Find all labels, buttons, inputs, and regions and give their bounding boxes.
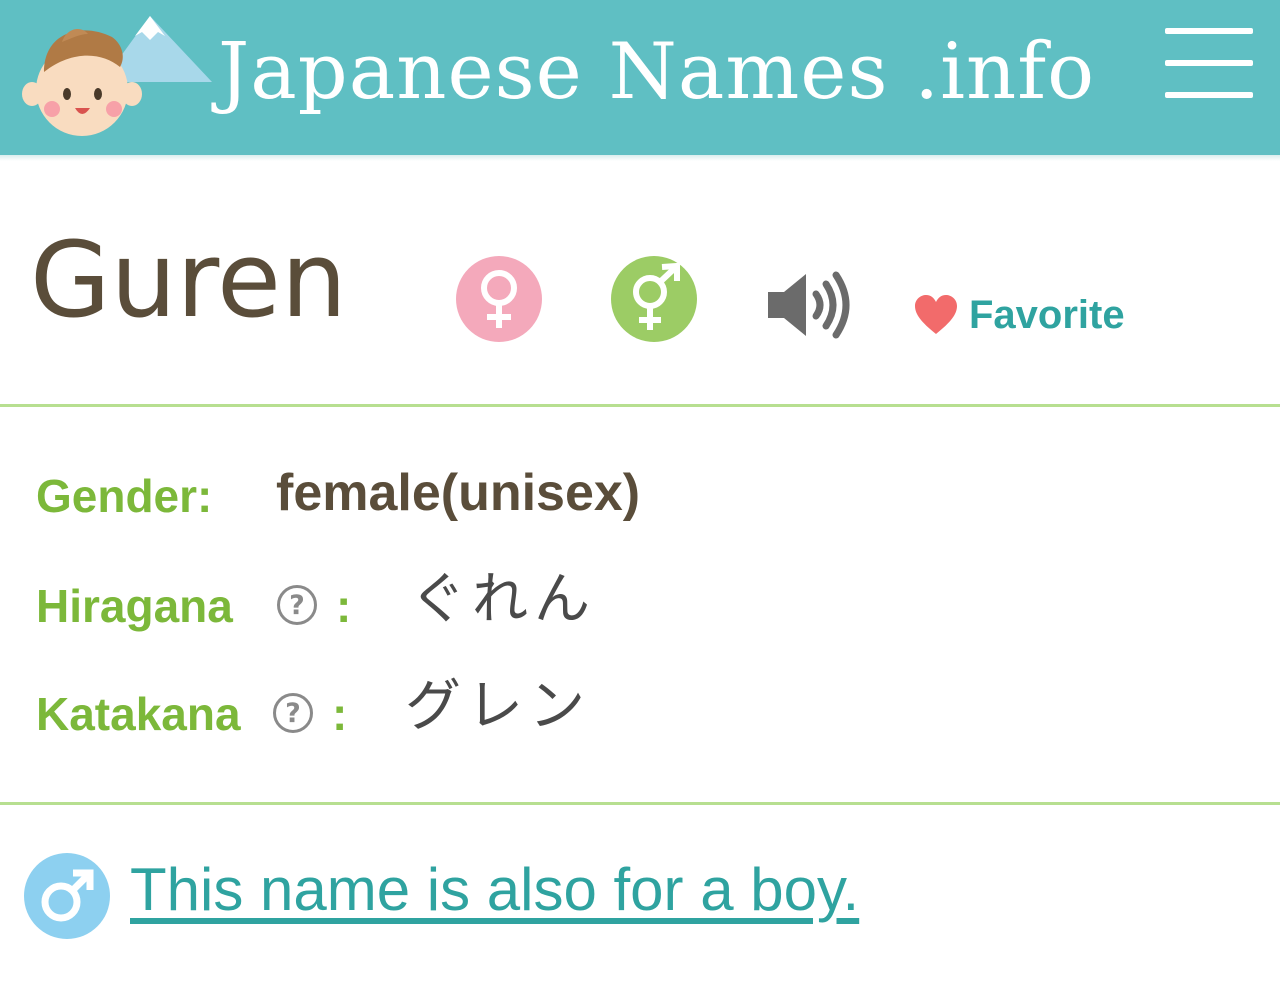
divider xyxy=(0,404,1280,407)
site-title[interactable]: Japanese Names .info xyxy=(218,22,1095,122)
hiragana-help-icon[interactable]: ? xyxy=(277,585,317,625)
menu-line xyxy=(1165,60,1253,66)
header-shadow xyxy=(0,155,1280,161)
katakana-colon: : xyxy=(332,688,348,740)
unisex-symbol-icon xyxy=(611,256,697,342)
menu-line xyxy=(1165,92,1253,98)
menu-line xyxy=(1165,28,1253,34)
also-for-boy-link[interactable]: This name is also for a boy. xyxy=(130,850,859,930)
hamburger-menu-icon[interactable] xyxy=(1165,28,1255,102)
favorite-label: Favorite xyxy=(969,292,1125,337)
speaker-icon[interactable] xyxy=(766,270,850,340)
gender-label: Gender: xyxy=(36,470,213,522)
gender-value: female(unisex) xyxy=(276,464,641,522)
hiragana-colon: : xyxy=(336,580,352,632)
site-header: Japanese Names .info xyxy=(0,0,1280,155)
katakana-label: Katakana xyxy=(36,688,241,740)
divider xyxy=(0,802,1280,805)
katakana-value: グレン xyxy=(405,674,591,739)
baby-mountain-logo-icon[interactable] xyxy=(22,12,212,137)
hiragana-label: Hiragana xyxy=(36,580,233,632)
favorite-button[interactable]: Favorite xyxy=(913,290,1125,340)
katakana-help-icon[interactable]: ? xyxy=(273,693,313,733)
hiragana-value: ぐれん xyxy=(410,567,596,632)
name-title: Guren xyxy=(30,219,347,341)
heart-icon xyxy=(915,295,957,334)
female-symbol-icon xyxy=(456,256,542,342)
male-symbol-icon xyxy=(24,853,110,939)
